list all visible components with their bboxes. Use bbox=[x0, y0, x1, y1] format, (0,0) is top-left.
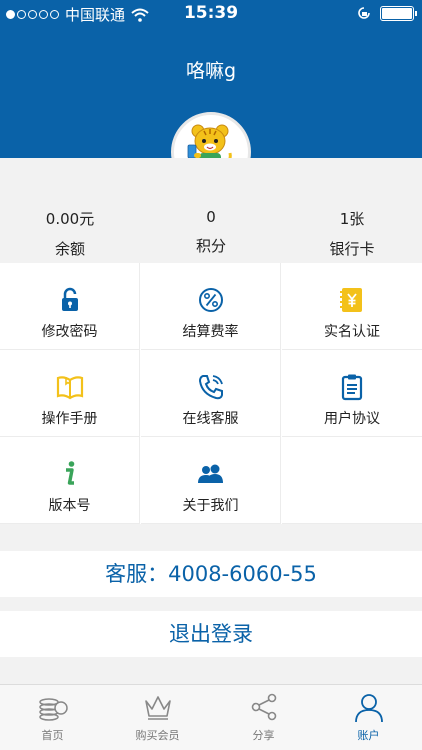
phone-icon bbox=[198, 375, 223, 400]
bank-card-value: 1张 bbox=[339, 210, 365, 228]
menu-about-us[interactable]: 关于我们 bbox=[141, 437, 281, 524]
balance-label: 余额 bbox=[54, 240, 85, 258]
logout-button[interactable]: 退出登录 bbox=[0, 611, 422, 657]
menu-grid: 修改密码 结算费率 实名认证 操作手册 在线客服 用户协议 版本号 关于我们 bbox=[0, 263, 422, 524]
menu-label: 结算费率 bbox=[182, 324, 239, 340]
menu-label: 操作手册 bbox=[41, 411, 98, 427]
menu-user-agreement[interactable]: 用户协议 bbox=[282, 350, 422, 437]
menu-label: 在线客服 bbox=[182, 411, 239, 427]
users-icon bbox=[198, 464, 223, 483]
bank-card-stat[interactable]: 1张 银行卡 bbox=[282, 208, 422, 259]
tab-label: 首页 bbox=[41, 729, 64, 742]
menu-user-manual[interactable]: 操作手册 bbox=[0, 350, 140, 437]
tab-label: 账户 bbox=[357, 729, 380, 742]
service-hotline[interactable]: 客服：4008-6060-55 bbox=[0, 551, 422, 597]
username: 咯嘛g bbox=[185, 60, 237, 82]
balance-value: 0.00元 bbox=[45, 210, 95, 228]
menu-empty-cell bbox=[282, 437, 422, 524]
tab-share[interactable]: 分享 bbox=[211, 685, 316, 750]
menu-real-name-verification[interactable]: 实名认证 bbox=[282, 263, 422, 350]
menu-label: 修改密码 bbox=[41, 324, 98, 340]
points-value: 0 bbox=[206, 208, 216, 226]
menu-version[interactable]: 版本号 bbox=[0, 437, 140, 524]
tab-label: 购买会员 bbox=[135, 729, 180, 742]
menu-label: 版本号 bbox=[48, 498, 91, 514]
menu-label: 用户协议 bbox=[324, 411, 380, 427]
tab-label: 分享 bbox=[252, 729, 275, 742]
id-card-icon bbox=[340, 288, 362, 312]
menu-change-password[interactable]: 修改密码 bbox=[0, 263, 140, 350]
coins-icon bbox=[39, 698, 68, 721]
lock-icon bbox=[62, 287, 78, 311]
tab-bar: 首页 购买会员 分享 账户 bbox=[0, 684, 422, 750]
menu-label: 实名认证 bbox=[324, 324, 380, 340]
rotation-lock-icon bbox=[358, 7, 370, 19]
balance-stat[interactable]: 0.00元 余额 bbox=[0, 208, 140, 259]
bank-card-label: 银行卡 bbox=[329, 240, 375, 258]
status-bar: 中国联通 15:39 bbox=[0, 0, 422, 26]
tab-account[interactable]: 账户 bbox=[316, 685, 421, 750]
info-icon bbox=[66, 461, 75, 485]
menu-settlement-rate[interactable]: 结算费率 bbox=[141, 263, 281, 350]
menu-online-service[interactable]: 在线客服 bbox=[141, 350, 281, 437]
account-stats: 0.00元 余额 0 积分 1张 银行卡 bbox=[0, 158, 422, 263]
battery-icon bbox=[380, 5, 417, 21]
user-icon bbox=[355, 694, 383, 723]
book-icon bbox=[56, 376, 84, 400]
crown-icon bbox=[145, 696, 171, 720]
percent-icon bbox=[199, 288, 223, 312]
clipboard-icon bbox=[341, 374, 363, 401]
points-label: 积分 bbox=[195, 237, 226, 255]
share-icon bbox=[251, 693, 277, 721]
points-stat[interactable]: 0 积分 bbox=[141, 208, 281, 256]
tab-buy-membership[interactable]: 购买会员 bbox=[105, 685, 210, 750]
tab-home[interactable]: 首页 bbox=[0, 685, 105, 750]
menu-label: 关于我们 bbox=[182, 498, 239, 514]
